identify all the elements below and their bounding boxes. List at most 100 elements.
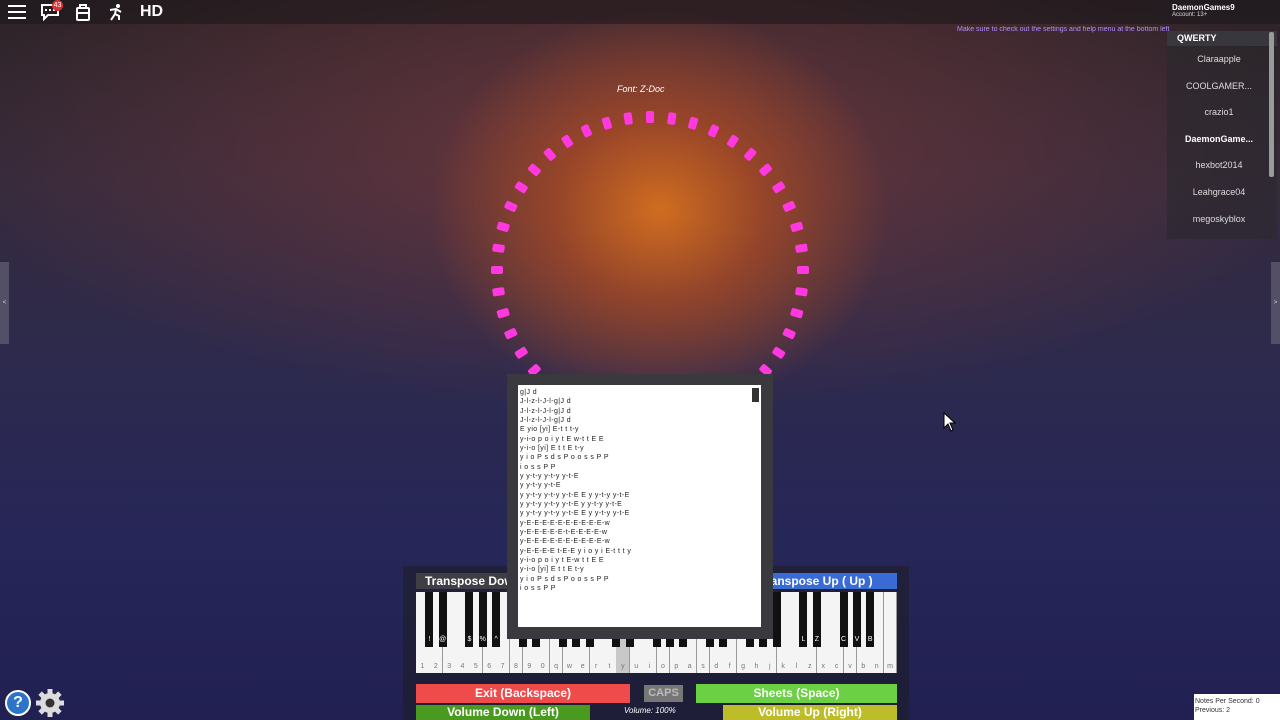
visualizer-dot <box>580 124 592 138</box>
visualizer-dot <box>782 328 796 340</box>
key-label: e <box>580 663 585 670</box>
key-label: j <box>769 663 771 670</box>
volume-readout: Volume: 100% <box>624 706 676 715</box>
visualizer-dot <box>601 116 612 130</box>
black-key[interactable]: L <box>799 592 808 647</box>
key-label: 4 <box>460 663 465 670</box>
key-label: ^ <box>494 636 498 643</box>
black-key[interactable]: C <box>839 592 848 647</box>
player-list-item[interactable]: COOLGAMER... <box>1167 73 1271 100</box>
top-bar <box>0 0 1280 24</box>
hd-toggle[interactable]: HD <box>140 3 163 21</box>
key-label: s <box>701 663 705 670</box>
visualizer-dot <box>561 134 574 148</box>
key-label: l <box>795 663 798 670</box>
key-label: 5 <box>473 663 478 670</box>
audio-visualizer-ring <box>491 111 809 377</box>
key-label: Z <box>814 636 819 643</box>
key-label: p <box>674 663 679 670</box>
sheet-music-text: g|J d J-l-z-l-J-l-g|J d J-l-z-l-J-l-g|J … <box>520 389 632 592</box>
player-list-item-self[interactable]: DaemonGame... <box>1167 126 1271 153</box>
caps-toggle[interactable]: CAPS <box>644 685 683 702</box>
key-label: r <box>594 663 598 670</box>
key-label: ! <box>428 636 431 643</box>
player-list-scrollbar[interactable] <box>1269 32 1274 177</box>
key-label: a <box>687 663 692 670</box>
key-label: z <box>808 663 812 670</box>
visualizer-dot <box>688 116 699 130</box>
key-label: t <box>608 663 611 670</box>
backpack-icon[interactable] <box>71 2 95 22</box>
key-label: u <box>634 663 639 670</box>
black-key[interactable]: ^ <box>492 592 501 647</box>
username: DaemonGames9 <box>1172 3 1235 12</box>
visualizer-dot <box>543 148 556 161</box>
visualizer-dot <box>646 111 654 123</box>
key-label: c <box>834 663 839 670</box>
volume-down-button[interactable]: Volume Down (Left) <box>416 705 590 720</box>
black-key[interactable]: B <box>866 592 875 647</box>
key-label: w <box>566 663 572 670</box>
right-panel-tab[interactable]: > <box>1271 262 1280 344</box>
key-label: q <box>554 663 558 670</box>
key-label: k <box>781 663 785 670</box>
visualizer-dot <box>782 200 796 212</box>
visualizer-dot <box>667 112 677 125</box>
left-panel-tab[interactable]: < <box>0 262 9 344</box>
key-label: 1 <box>420 663 425 670</box>
visualizer-dot <box>790 308 804 319</box>
black-key[interactable]: ! <box>425 592 434 647</box>
black-key[interactable]: $ <box>465 592 474 647</box>
visualizer-dot <box>790 221 804 232</box>
white-key[interactable]: m <box>883 592 898 673</box>
visualizer-dot <box>772 346 786 359</box>
key-label: 3 <box>447 663 452 670</box>
black-key[interactable]: % <box>478 592 487 647</box>
black-key[interactable] <box>772 592 781 647</box>
volume-up-button[interactable]: Volume Up (Right) <box>723 705 897 720</box>
visualizer-dot <box>759 163 772 176</box>
black-key[interactable]: Z <box>812 592 821 647</box>
sheet-music-box[interactable]: g|J d J-l-z-l-J-l-g|J d J-l-z-l-J-l-g|J … <box>518 385 761 627</box>
visualizer-dot <box>623 112 633 125</box>
sheet-scrollbar[interactable] <box>752 388 759 402</box>
key-label: 8 <box>513 663 518 670</box>
visualizer-dot <box>797 266 809 274</box>
key-label: 7 <box>500 663 505 670</box>
player-list-item[interactable]: megoskyblox <box>1167 206 1271 233</box>
help-icon[interactable]: ? <box>5 690 31 716</box>
sheets-button[interactable]: Sheets (Space) <box>696 684 897 703</box>
visualizer-dot <box>492 287 505 297</box>
notes-per-second: Notes Per Second: 0 <box>1195 698 1260 705</box>
black-key[interactable]: V <box>852 592 861 647</box>
key-label: x <box>821 663 826 670</box>
key-label: g <box>741 663 746 670</box>
key-label: 2 <box>433 663 438 670</box>
player-list-item[interactable]: Leahgrace04 <box>1167 179 1271 206</box>
gear-icon[interactable] <box>35 688 65 718</box>
account-age: Account: 13+ <box>1172 12 1208 18</box>
key-label: b <box>861 663 866 670</box>
emote-icon[interactable] <box>104 2 128 22</box>
menu-icon[interactable] <box>5 2 29 22</box>
previous-notes: Previous: 2 <box>1195 706 1231 714</box>
visualizer-dot <box>528 163 541 176</box>
exit-button[interactable]: Exit (Backspace) <box>416 684 630 703</box>
visualizer-dot <box>772 181 786 194</box>
key-label: h <box>754 663 759 670</box>
black-key[interactable]: @ <box>438 592 447 647</box>
player-list-item[interactable]: hexbot2014 <box>1167 152 1271 179</box>
visualizer-dot <box>514 181 528 194</box>
key-label: v <box>848 663 852 670</box>
visualizer-dot <box>514 346 528 359</box>
key-label: C <box>841 636 847 643</box>
stats-box: Notes Per Second: 0 Previous: 2 <box>1194 694 1280 720</box>
player-list-item[interactable]: Claraapple <box>1167 46 1271 73</box>
visualizer-dot <box>744 148 757 161</box>
player-list: QWERTY Claraapple COOLGAMER... crazio1 D… <box>1167 31 1277 239</box>
visualizer-dot <box>492 243 505 253</box>
key-label: d <box>714 663 719 670</box>
key-label: n <box>874 663 879 670</box>
key-label: 9 <box>527 663 532 670</box>
player-list-item[interactable]: crazio1 <box>1167 99 1271 126</box>
